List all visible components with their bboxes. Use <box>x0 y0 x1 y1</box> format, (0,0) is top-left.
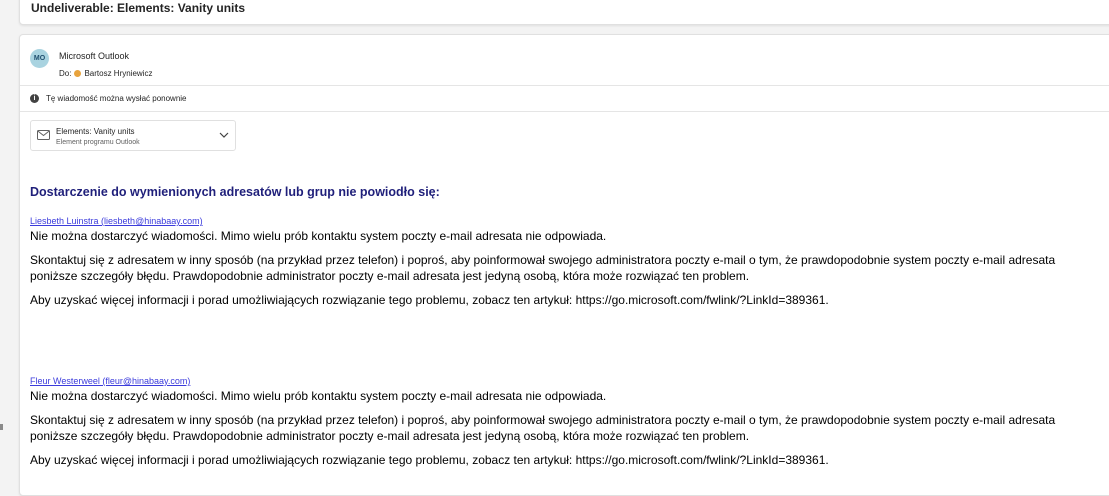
info-icon: i <box>30 94 39 103</box>
message-card: MO Microsoft Outlook Do: Bartosz Hryniew… <box>19 34 1109 496</box>
subject-header: Undeliverable: Elements: Vanity units <box>19 0 1109 25</box>
error-text: poniższe szczegóły błędu. Prawdopodobnie… <box>30 429 750 443</box>
delivery-failure-heading: Dostarczenie do wymienionych adresatów l… <box>30 185 440 199</box>
failed-recipient: Fleur Westerweel (fleur@hinabaay.com) Ni… <box>30 376 1109 468</box>
attachment-title: Elements: Vanity units <box>56 127 135 136</box>
presence-dot-icon <box>74 70 82 77</box>
envelope-icon <box>37 130 50 140</box>
attachment-subtitle: Element programu Outlook <box>56 139 140 146</box>
recipient-link[interactable]: Fleur Westerweel (fleur@hinabaay.com) <box>30 376 1109 388</box>
attachment-card[interactable]: Elements: Vanity units Element programu … <box>30 120 236 151</box>
info-bar: i Tę wiadomość można wysłać ponownie <box>30 94 187 103</box>
error-text: Nie można dostarczyć wiadomości. Mimo wi… <box>30 389 607 403</box>
to-line: Do: Bartosz Hryniewicz <box>59 69 152 78</box>
chevron-down-icon[interactable] <box>219 131 229 139</box>
sender-name[interactable]: Microsoft Outlook <box>59 51 129 61</box>
error-text: Nie można dostarczyć wiadomości. Mimo wi… <box>30 229 607 243</box>
error-text: Aby uzyskać więcej informacji i porad um… <box>30 453 829 467</box>
scroll-edge-marker <box>0 424 3 430</box>
error-text: Skontaktuj się z adresatem w inny sposób… <box>30 253 1056 267</box>
recipient-name[interactable]: Bartosz Hryniewicz <box>84 69 152 78</box>
to-label: Do: <box>59 69 72 78</box>
recipient-link[interactable]: Liesbeth Luinstra (liesbeth@hinabaay.com… <box>30 216 1109 228</box>
error-text: Skontaktuj się z adresatem w inny sposób… <box>30 413 1056 427</box>
divider <box>20 111 1109 112</box>
info-text: Tę wiadomość można wysłać ponownie <box>46 94 187 103</box>
error-text: Aby uzyskać więcej informacji i porad um… <box>30 293 829 307</box>
divider <box>20 85 1109 86</box>
error-text: poniższe szczegóły błędu. Prawdopodobnie… <box>30 269 750 283</box>
failed-recipient: Liesbeth Luinstra (liesbeth@hinabaay.com… <box>30 216 1109 308</box>
avatar[interactable]: MO <box>30 49 49 68</box>
subject-title: Undeliverable: Elements: Vanity units <box>31 1 246 15</box>
